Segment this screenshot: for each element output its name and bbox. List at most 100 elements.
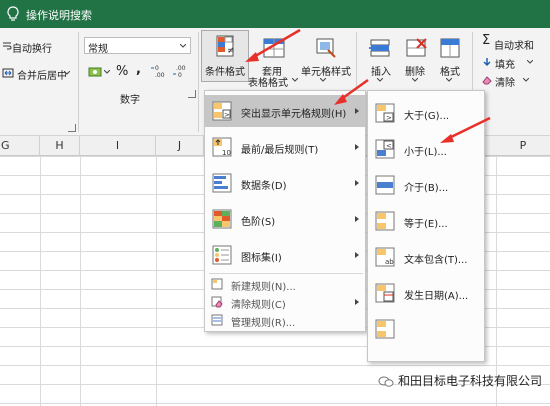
column-header[interactable]: J	[156, 136, 204, 156]
menu-item-text-contains[interactable]: ab 文本包含(T)...	[368, 239, 484, 275]
format-as-table-line2[interactable]: 表格格式	[248, 74, 288, 89]
duplicate-values-icon	[375, 319, 395, 339]
menu-item-color-scales[interactable]: 色阶(S)	[205, 203, 365, 235]
column-header[interactable]: G	[0, 136, 40, 156]
manage-rules-icon	[211, 314, 223, 326]
eraser-icon	[482, 76, 492, 85]
submenu-arrow-icon	[355, 216, 359, 222]
menu-divider	[209, 273, 363, 274]
equal-to-icon	[375, 211, 395, 231]
svg-text:≠: ≠	[227, 46, 235, 56]
menu-item-greater-than[interactable]: > 大于(G)...	[368, 95, 484, 131]
svg-text:10: 10	[222, 149, 231, 157]
chevron-down-icon[interactable]	[377, 78, 383, 82]
svg-text:>: >	[386, 114, 392, 122]
clear-button[interactable]: 清除	[495, 74, 515, 89]
chevron-down-icon[interactable]	[292, 78, 298, 82]
conditional-formatting-icon: ≠	[216, 35, 235, 57]
menu-item-equal-to[interactable]: 等于(E)...	[368, 203, 484, 239]
menu-item-label: 大于(G)...	[404, 111, 450, 122]
conditional-formatting-button[interactable]: ≠ 条件格式	[201, 30, 249, 82]
greater-than-icon: >	[375, 103, 395, 123]
submenu-arrow-icon	[355, 299, 359, 305]
wrap-text-button[interactable]: 自动换行	[12, 40, 52, 55]
menu-item-manage-rules[interactable]: 管理规则(R)...	[205, 311, 365, 329]
decrease-decimal-icon[interactable]: .000	[172, 64, 188, 78]
column-header[interactable]: P	[496, 136, 550, 156]
chevron-down-icon[interactable]	[446, 78, 452, 82]
menu-item-label: 最前/最后规则(T)	[241, 145, 319, 156]
format-cells-icon[interactable]	[438, 36, 462, 60]
submenu-arrow-icon	[355, 144, 359, 150]
menu-item-duplicate-values[interactable]	[368, 311, 484, 347]
delete-cells-icon[interactable]	[404, 36, 428, 60]
svg-text:ab: ab	[385, 258, 394, 266]
watermark-text: 和田目标电子科技有限公司	[397, 374, 542, 388]
chevron-down-icon[interactable]	[320, 78, 326, 82]
svg-text:<: <	[386, 142, 392, 150]
column-header[interactable]: H	[40, 136, 80, 156]
menu-item-label: 小于(L)...	[404, 147, 447, 158]
chevron-down-icon[interactable]	[527, 60, 533, 64]
alignment-dialog-launcher[interactable]	[68, 124, 76, 132]
comma-style-button[interactable]: ,	[136, 62, 141, 77]
insert-cells-icon[interactable]	[368, 36, 392, 60]
menu-item-less-than[interactable]: < 小于(L)...	[368, 131, 484, 167]
menu-item-data-bars[interactable]: 数据条(D)	[205, 167, 365, 199]
menu-item-icon-sets[interactable]: 图标集(I)	[205, 239, 365, 271]
icon-sets-icon	[212, 245, 232, 265]
conditional-formatting-label: 条件格式	[205, 67, 245, 78]
menu-item-label: 清除规则(C)	[231, 300, 286, 311]
format-as-table-icon[interactable]	[262, 36, 286, 60]
cell-styles-label[interactable]: 单元格样式	[301, 63, 351, 78]
group-separator	[198, 32, 199, 132]
fill-button[interactable]: 填充	[495, 56, 515, 71]
conditional-formatting-menu: > 突出显示单元格规则(H) 10 最前/最后规则(T) 数据条(D) 色阶(S…	[204, 90, 366, 332]
svg-text:>: >	[224, 111, 230, 119]
number-group-label: 数字	[120, 95, 140, 106]
merge-center-button[interactable]: 合并后居中	[17, 67, 67, 82]
chevron-down-icon[interactable]	[412, 78, 418, 82]
tell-me-search[interactable]: 操作说明搜索	[26, 7, 92, 23]
number-dialog-launcher[interactable]	[188, 90, 196, 98]
menu-item-label: 文本包含(T)...	[404, 255, 468, 266]
chevron-down-icon[interactable]	[523, 78, 529, 82]
currency-icon[interactable]	[88, 66, 102, 78]
title-bar: 操作说明搜索	[0, 0, 550, 28]
chevron-down-icon[interactable]	[104, 70, 110, 74]
svg-text:.00: .00	[176, 65, 186, 72]
increase-decimal-icon[interactable]: 0.00	[150, 64, 166, 78]
format-label[interactable]: 格式	[440, 63, 460, 78]
menu-item-label: 突出显示单元格规则(H)	[241, 109, 347, 120]
lightbulb-icon	[7, 6, 19, 21]
autosum-button[interactable]: 自动求和	[494, 37, 534, 52]
delete-label[interactable]: 删除	[405, 63, 425, 78]
cell-styles-icon[interactable]	[314, 36, 338, 60]
new-rule-icon	[211, 278, 223, 290]
gridline	[80, 156, 81, 406]
menu-item-label: 数据条(D)	[241, 181, 287, 192]
chevron-down-icon[interactable]	[64, 71, 70, 75]
percent-style-button[interactable]: %	[116, 64, 128, 79]
merge-center-icon	[2, 68, 14, 78]
menu-item-label: 管理规则(R)...	[231, 318, 296, 329]
number-format-select[interactable]: 常规	[84, 37, 191, 55]
svg-text:0: 0	[178, 72, 182, 78]
submenu-arrow-icon	[355, 108, 359, 114]
menu-item-date-occurring[interactable]: 发生日期(A)...	[368, 275, 484, 311]
insert-label[interactable]: 插入	[371, 63, 391, 78]
top-bottom-icon: 10	[212, 137, 232, 157]
menu-item-new-rule[interactable]: 新建规则(N)...	[205, 275, 365, 293]
date-occurring-icon	[375, 283, 395, 303]
menu-item-top-bottom-rules[interactable]: 10 最前/最后规则(T)	[205, 131, 365, 163]
highlight-rules-submenu: > 大于(G)... < 小于(L)... 介于(B)... 等于(E)... …	[367, 90, 485, 362]
column-header[interactable]: I	[80, 136, 156, 156]
menu-item-clear-rules[interactable]: 清除规则(C)	[205, 293, 365, 311]
between-icon	[375, 175, 395, 195]
number-format-value: 常规	[88, 44, 108, 55]
menu-item-label: 色阶(S)	[241, 217, 276, 228]
menu-item-between[interactable]: 介于(B)...	[368, 167, 484, 203]
menu-item-highlight-cells-rules[interactable]: > 突出显示单元格规则(H)	[205, 95, 365, 127]
menu-item-label: 图标集(I)	[241, 253, 282, 264]
sigma-icon: Σ	[482, 33, 491, 48]
